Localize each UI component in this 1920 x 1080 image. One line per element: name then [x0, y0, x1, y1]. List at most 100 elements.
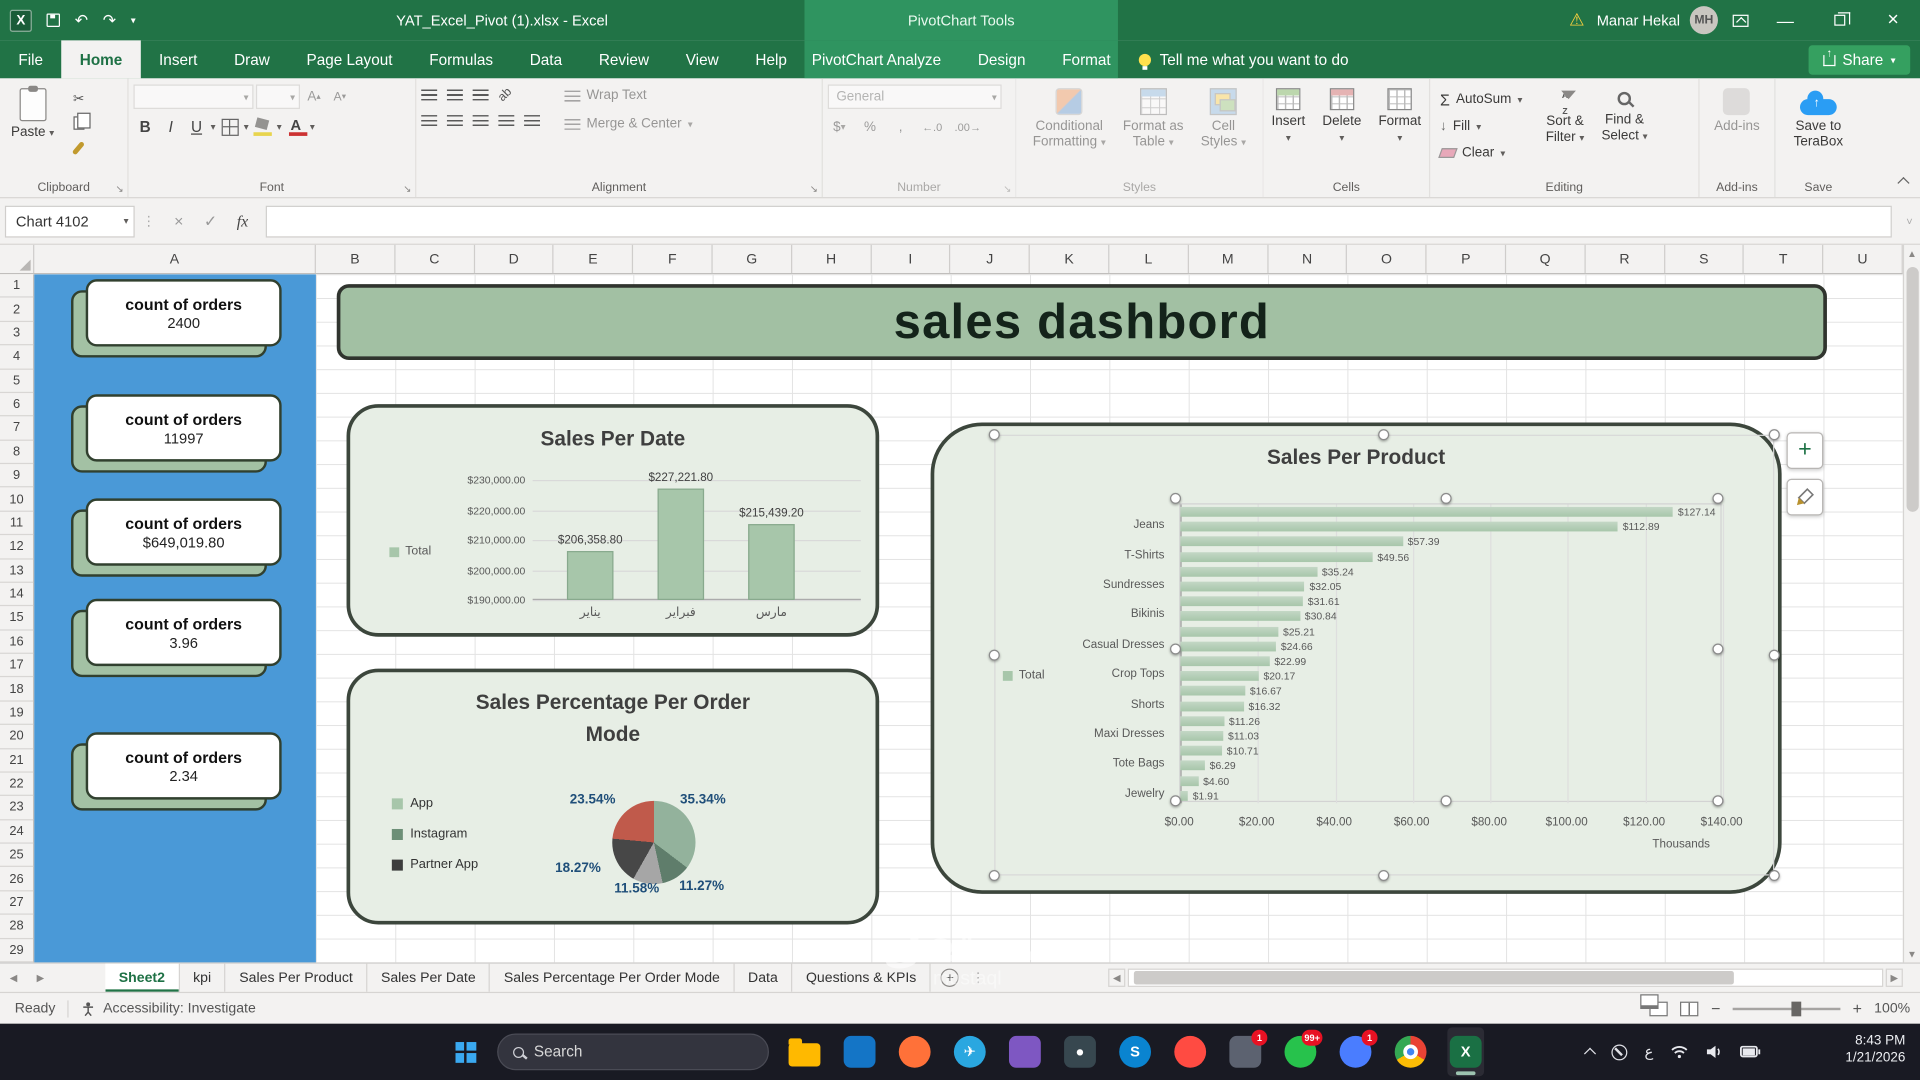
- sheet-tab-kpi[interactable]: kpi: [180, 964, 226, 992]
- ribbon-tab-data[interactable]: Data: [511, 40, 580, 78]
- autosum-button[interactable]: Σ AutoSum ▾: [1435, 87, 1527, 111]
- redo-icon[interactable]: ↷: [103, 12, 116, 28]
- horizontal-scroll-track[interactable]: [1128, 969, 1884, 987]
- selection-handle[interactable]: [1441, 795, 1452, 806]
- kpi-card-3[interactable]: count of orders$649,019.80: [71, 498, 282, 576]
- row-header-12[interactable]: 12: [0, 535, 33, 559]
- number-format-select[interactable]: General▾: [828, 84, 1002, 108]
- save-to-terabox-button[interactable]: Save toTeraBox: [1788, 84, 1850, 177]
- taskbar-app-microsoft-store[interactable]: [841, 1027, 878, 1076]
- column-header-K[interactable]: K: [1030, 245, 1109, 273]
- borders-button[interactable]: [218, 115, 241, 138]
- column-bar-مارس[interactable]: [748, 524, 795, 600]
- page-layout-view-icon[interactable]: [1641, 994, 1659, 1009]
- customize-qat-icon[interactable]: ▾: [131, 15, 136, 25]
- select-all-button[interactable]: [0, 245, 34, 273]
- column-header-L[interactable]: L: [1109, 245, 1188, 273]
- align-left-icon[interactable]: [421, 115, 437, 126]
- legend-item-app[interactable]: App: [392, 796, 478, 811]
- column-header-N[interactable]: N: [1268, 245, 1347, 273]
- row-header-8[interactable]: 8: [0, 440, 33, 464]
- legend-item-instagram[interactable]: Instagram: [392, 827, 478, 842]
- row-header-22[interactable]: 22: [0, 773, 33, 797]
- sheet-tab-sheet2[interactable]: Sheet2: [105, 964, 179, 992]
- zoom-slider-thumb[interactable]: [1791, 1001, 1801, 1016]
- language-indicator[interactable]: ع: [1644, 1043, 1653, 1060]
- row-header-24[interactable]: 24: [0, 820, 33, 844]
- taskbar-app-messenger[interactable]: 1: [1337, 1027, 1374, 1076]
- column-header-Q[interactable]: Q: [1506, 245, 1585, 273]
- paste-button[interactable]: Paste ▾: [5, 84, 60, 177]
- row-header-20[interactable]: 20: [0, 725, 33, 749]
- selection-handle[interactable]: [989, 650, 1000, 661]
- row-header-16[interactable]: 16: [0, 630, 33, 654]
- taskbar-app-opera[interactable]: [1172, 1027, 1209, 1076]
- column-bar-فبراير[interactable]: [658, 488, 705, 600]
- ribbon-tab-view[interactable]: View: [667, 40, 737, 78]
- cell-styles-button[interactable]: CellStyles ▾: [1195, 84, 1253, 177]
- format-cells-button[interactable]: Format▾: [1372, 84, 1427, 177]
- minimize-button[interactable]: —: [1758, 0, 1812, 40]
- wrap-text-button[interactable]: Wrap Text: [564, 88, 692, 103]
- fill-button[interactable]: ↓ Fill ▾: [1435, 114, 1527, 138]
- column-header-D[interactable]: D: [475, 245, 554, 273]
- selection-handle[interactable]: [1712, 493, 1723, 504]
- column-header-I[interactable]: I: [871, 245, 950, 273]
- column-header-M[interactable]: M: [1189, 245, 1268, 273]
- row-header-9[interactable]: 9: [0, 464, 33, 488]
- column-header-S[interactable]: S: [1665, 245, 1744, 273]
- share-button[interactable]: Share ▾: [1808, 45, 1910, 74]
- taskbar-search[interactable]: Search: [497, 1033, 769, 1070]
- bold-button[interactable]: B: [133, 115, 156, 138]
- do-not-disturb-icon[interactable]: [1611, 1044, 1627, 1060]
- decrease-font-size-button[interactable]: A▾: [328, 85, 351, 108]
- ribbon-tab-pivotchart-analyze[interactable]: PivotChart Analyze: [793, 40, 959, 78]
- align-top-icon[interactable]: [421, 89, 437, 100]
- worksheet[interactable]: 1234567891011121314151617181920212223242…: [0, 274, 1903, 962]
- row-header-7[interactable]: 7: [0, 417, 33, 441]
- decrease-indent-icon[interactable]: [498, 115, 514, 126]
- horizontal-scrollbar[interactable]: ◀ ▶: [1108, 967, 1903, 988]
- user-name[interactable]: Manar Hekal: [1597, 12, 1680, 29]
- addins-button[interactable]: Add-ins: [1708, 84, 1766, 177]
- sheet-nav-left-icon[interactable]: ◀: [0, 964, 27, 992]
- delete-cells-button[interactable]: Delete▾: [1316, 84, 1367, 177]
- column-header-T[interactable]: T: [1744, 245, 1823, 273]
- taskbar-app-whatsapp[interactable]: 99+: [1282, 1027, 1319, 1076]
- cut-button[interactable]: ✂: [65, 88, 92, 109]
- enter-formula-icon[interactable]: ✓: [195, 205, 227, 237]
- row-header-6[interactable]: 6: [0, 393, 33, 417]
- increase-indent-icon[interactable]: [524, 115, 540, 126]
- kpi-card-4[interactable]: count of orders3.96: [71, 599, 282, 677]
- battery-icon[interactable]: [1740, 1046, 1761, 1058]
- taskbar-app-chrome[interactable]: [1392, 1027, 1429, 1076]
- row-header-17[interactable]: 17: [0, 654, 33, 678]
- tab-splitter[interactable]: ⋮: [971, 970, 984, 986]
- tell-me-box[interactable]: Tell me what you want to do: [1139, 40, 1349, 78]
- accounting-format-button[interactable]: $ ▾: [828, 115, 851, 138]
- scroll-left-icon[interactable]: ◀: [1108, 969, 1125, 987]
- row-header-18[interactable]: 18: [0, 678, 33, 702]
- selection-handle[interactable]: [1170, 795, 1181, 806]
- sales-percentage-chart[interactable]: Sales Percentage Per OrderMode AppInstag…: [347, 669, 880, 925]
- font-dialog-launcher[interactable]: ↘: [403, 184, 411, 195]
- alert-triangle-icon[interactable]: ⚠: [1569, 10, 1584, 31]
- pie-chart-legend[interactable]: AppInstagramPartner App: [392, 796, 478, 872]
- ribbon-tab-draw[interactable]: Draw: [216, 40, 288, 78]
- increase-decimal-button[interactable]: ←.0: [920, 115, 945, 138]
- selection-handle[interactable]: [1712, 643, 1723, 654]
- vertical-scrollbar[interactable]: ▲ ▼: [1903, 245, 1920, 963]
- selection-handle[interactable]: [1170, 493, 1181, 504]
- increase-font-size-button[interactable]: A▴: [302, 85, 325, 108]
- row-header-29[interactable]: 29: [0, 939, 33, 963]
- taskbar-app-telegram[interactable]: ✈: [951, 1027, 988, 1076]
- taskbar-clock[interactable]: 8:43 PM 1/21/2026: [1845, 1032, 1905, 1066]
- column-header-E[interactable]: E: [554, 245, 633, 273]
- kpi-card-1[interactable]: count of orders2400: [71, 279, 282, 357]
- insert-cells-button[interactable]: Insert▾: [1265, 84, 1311, 177]
- align-right-icon[interactable]: [473, 115, 489, 126]
- accessibility-icon[interactable]: [81, 1001, 96, 1016]
- restore-button[interactable]: [1812, 0, 1866, 40]
- merge-center-button[interactable]: Merge & Center ▾: [564, 116, 692, 131]
- align-bottom-icon[interactable]: [473, 89, 489, 100]
